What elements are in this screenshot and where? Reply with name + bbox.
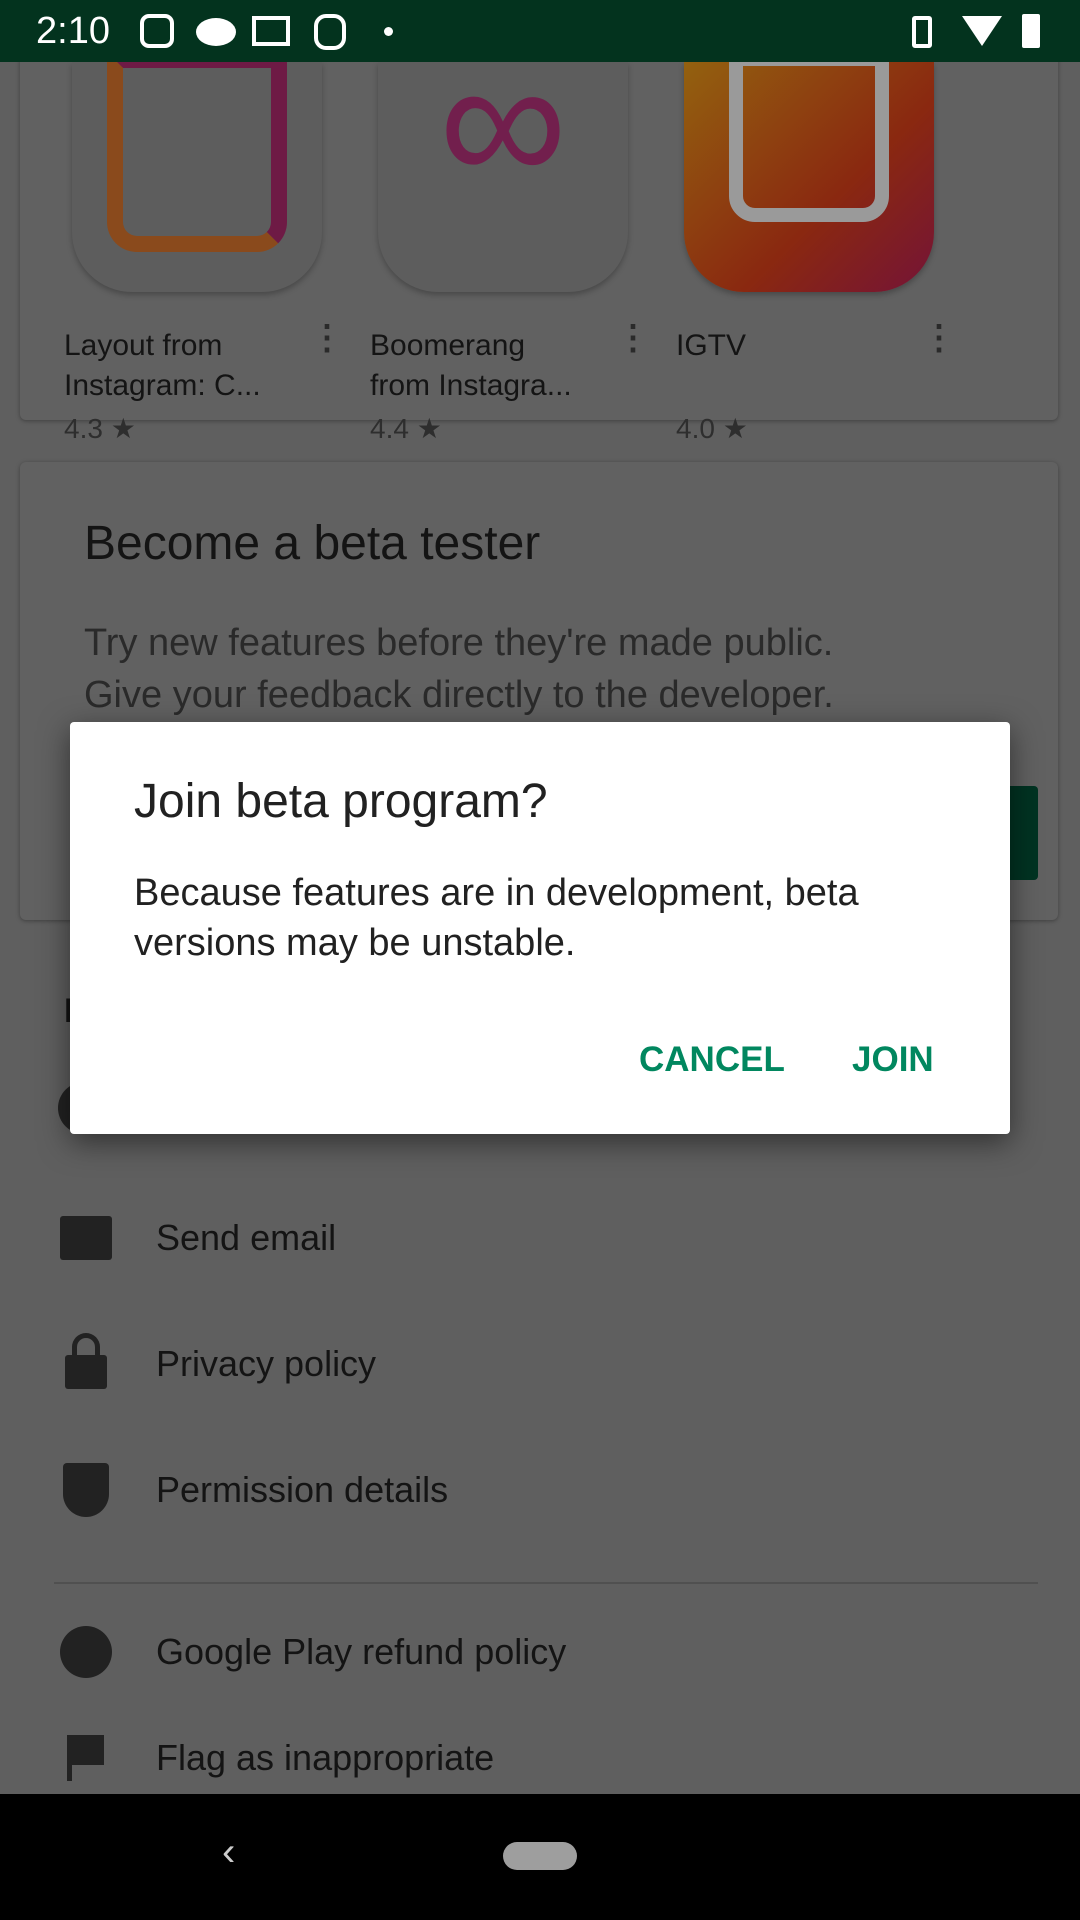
clock: 2:10	[36, 10, 110, 52]
more-options-icon[interactable]: ⋮	[922, 321, 956, 355]
instagram-icon	[140, 14, 174, 48]
more-options-icon[interactable]: ⋮	[616, 321, 650, 355]
flag-icon	[60, 1732, 112, 1784]
igtv-app-icon[interactable]	[684, 62, 934, 292]
send-email-item[interactable]: Send email	[60, 1208, 336, 1268]
dot-icon	[384, 27, 393, 36]
lock-icon	[60, 1333, 112, 1390]
shield-icon	[60, 1463, 112, 1517]
app-rating: 4.3 ★	[64, 413, 136, 444]
item-label: Permission details	[156, 1469, 449, 1510]
vibrate-icon	[912, 16, 932, 48]
item-label: Privacy policy	[156, 1343, 377, 1384]
join-beta-dialog: Join beta program? Because features are …	[70, 722, 1010, 1134]
back-icon[interactable]: ‹	[222, 1830, 235, 1875]
boomerang-app-icon[interactable]: ∞	[378, 62, 628, 292]
home-pill[interactable]	[503, 1842, 577, 1870]
refund-icon	[60, 1626, 112, 1678]
battery-icon	[1022, 14, 1040, 48]
beta-description: Give your feedback directly to the devel…	[84, 674, 834, 716]
more-options-icon[interactable]: ⋮	[310, 321, 344, 355]
join-button[interactable]: JOIN	[852, 1040, 934, 1080]
permission-details-item[interactable]: Permission details	[60, 1460, 448, 1520]
dialog-title: Join beta program?	[134, 775, 548, 828]
app-rating: 4.0 ★	[676, 413, 748, 444]
flag-item[interactable]: Flag as inappropriate	[60, 1728, 494, 1788]
item-label: Google Play refund policy	[156, 1631, 567, 1672]
privacy-policy-item[interactable]: Privacy policy	[60, 1333, 377, 1394]
email-icon	[60, 1212, 112, 1264]
app-rating: 4.4 ★	[370, 413, 442, 444]
wifi-icon	[962, 16, 1002, 46]
divider	[54, 1582, 1038, 1584]
navigation-bar: ‹	[0, 1794, 1080, 1920]
status-bar: 2:10	[0, 0, 1080, 62]
app-title[interactable]: IGTV	[676, 326, 896, 366]
reddit-icon	[196, 18, 236, 46]
item-label: Flag as inappropriate	[156, 1737, 495, 1778]
gmail-icon	[252, 16, 290, 46]
beta-description: Try new features before they're made pub…	[84, 622, 834, 664]
app-title[interactable]: Boomerang from Instagra...	[370, 326, 590, 406]
related-apps-card: ∞ Layout from Instagram: C... Boomerang …	[20, 42, 1058, 444]
item-label: Send email	[156, 1217, 337, 1258]
beta-title: Become a beta tester	[84, 517, 541, 570]
app-title[interactable]: Layout from Instagram: C...	[64, 326, 284, 406]
refund-policy-item[interactable]: Google Play refund policy	[60, 1622, 566, 1682]
layout-app-icon[interactable]	[72, 62, 322, 292]
dialog-message: Because features are in development, bet…	[134, 872, 859, 964]
cancel-button[interactable]: CANCEL	[639, 1040, 785, 1080]
alarm-app-icon	[314, 14, 346, 50]
